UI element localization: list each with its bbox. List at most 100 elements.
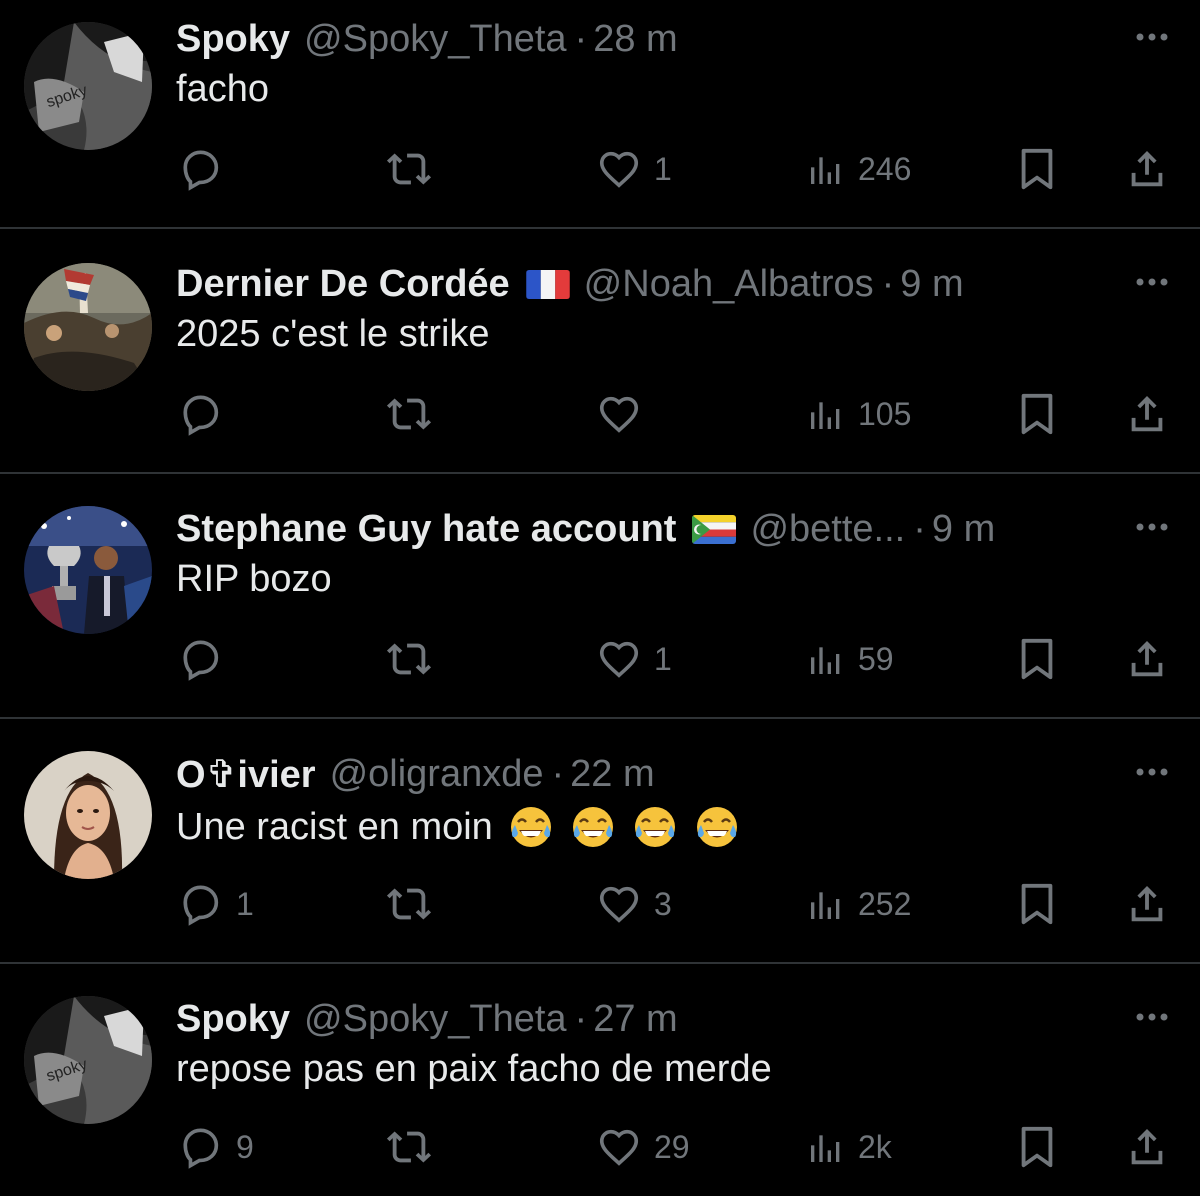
divider: [0, 472, 1200, 474]
reply-count: 1: [236, 885, 254, 922]
like-button[interactable]: 3: [596, 869, 672, 939]
views-button[interactable]: 2k: [806, 1112, 892, 1182]
face-with-tears-of-joy-emoji: [631, 803, 679, 851]
share-icon: [1131, 640, 1163, 677]
face-with-tears-of-joy-emoji: [693, 803, 741, 851]
reply-button[interactable]: [178, 624, 236, 694]
views-icon: [811, 1135, 840, 1162]
share-button[interactable]: [1124, 1112, 1170, 1182]
user-handle[interactable]: @bette...: [750, 508, 905, 551]
retweet-button[interactable]: [386, 869, 444, 939]
spoky-avatar: spoky: [24, 996, 152, 1124]
display-name[interactable]: Spoky: [176, 998, 290, 1041]
reply-icon: [183, 150, 219, 191]
reply-tweet[interactable]: O✞ivier @oligranxde · 22 m Une racist en…: [0, 735, 1200, 963]
reply-tweet[interactable]: Stephane Guy hate account @bette... · 9 …: [0, 490, 1200, 718]
avatar[interactable]: [24, 263, 152, 391]
share-button[interactable]: [1124, 869, 1170, 939]
timestamp[interactable]: 27 m: [593, 998, 677, 1041]
heart-icon: [599, 396, 639, 433]
bookmark-icon: [1021, 148, 1053, 190]
views-icon: [811, 892, 840, 919]
tweet-text: repose pas en paix facho de merde: [176, 1048, 772, 1090]
share-button[interactable]: [1124, 379, 1170, 449]
retweet-button[interactable]: [386, 624, 444, 694]
retweet-button[interactable]: [386, 134, 444, 204]
reply-icon: [183, 640, 219, 681]
like-button[interactable]: 1: [596, 624, 672, 694]
more-options-icon[interactable]: [1132, 265, 1172, 299]
tweet-text: Une racist en moin: [176, 803, 741, 851]
display-name[interactable]: Stephane Guy hate account: [176, 508, 676, 551]
views-icon: [811, 402, 840, 429]
user-handle[interactable]: @Spoky_Theta: [304, 18, 567, 61]
bookmark-button[interactable]: [1014, 134, 1060, 204]
separator-dot: ·: [913, 507, 926, 550]
views-button[interactable]: 59: [806, 624, 894, 694]
face-with-tears-of-joy-emoji: [507, 803, 555, 851]
like-count: 1: [654, 150, 672, 187]
views-icon: [811, 647, 840, 674]
display-name[interactable]: Spoky: [176, 18, 290, 61]
reply-button[interactable]: 9: [178, 1112, 254, 1182]
heart-icon: [599, 886, 639, 923]
bookmark-button[interactable]: [1014, 869, 1060, 939]
more-options-icon[interactable]: [1132, 755, 1172, 789]
user-handle[interactable]: @Noah_Albatros: [584, 263, 874, 306]
portrait-avatar: [24, 751, 152, 879]
retweet-icon: [386, 643, 432, 675]
like-button[interactable]: 29: [596, 1112, 690, 1182]
bookmark-icon: [1021, 638, 1053, 680]
reply-tweet[interactable]: Dernier De Cordée @Noah_Albatros · 9 m 2…: [0, 245, 1200, 473]
more-options-icon[interactable]: [1132, 510, 1172, 544]
tweet-text: facho: [176, 68, 269, 110]
action-bar: 105: [0, 379, 1200, 449]
share-button[interactable]: [1124, 134, 1170, 204]
user-handle[interactable]: @oligranxde: [330, 753, 544, 796]
reply-icon: [183, 885, 219, 926]
retweet-icon: [386, 398, 432, 430]
avatar[interactable]: [24, 506, 152, 634]
bookmark-button[interactable]: [1014, 379, 1060, 449]
tweet-text: RIP bozo: [176, 558, 332, 600]
views-button[interactable]: 105: [806, 379, 911, 449]
display-name[interactable]: Dernier De Cordée: [176, 263, 510, 306]
retweet-icon: [386, 1131, 432, 1163]
more-options-icon[interactable]: [1132, 1000, 1172, 1034]
reply-icon: [183, 1128, 219, 1169]
timestamp[interactable]: 9 m: [932, 508, 995, 551]
reply-button[interactable]: [178, 379, 236, 449]
separator-dot: ·: [574, 997, 588, 1040]
like-button[interactable]: 1: [596, 134, 672, 204]
retweet-button[interactable]: [386, 1112, 444, 1182]
display-name[interactable]: O✞ivier: [176, 752, 316, 797]
avatar[interactable]: [24, 751, 152, 879]
views-icon: [811, 157, 840, 184]
comoros-flag-icon: [692, 514, 737, 544]
reply-tweet[interactable]: spoky Spoky @Spoky_Theta · 27 m repose p…: [0, 980, 1200, 1196]
reply-tweet[interactable]: spoky Spoky @Spoky_Theta · 28 m facho 1: [0, 0, 1200, 228]
retweet-button[interactable]: [386, 379, 444, 449]
like-count: 1: [654, 640, 672, 677]
avatar[interactable]: spoky: [24, 996, 152, 1124]
reply-button[interactable]: 1: [178, 869, 254, 939]
views-button[interactable]: 252: [806, 869, 911, 939]
reply-button[interactable]: [178, 134, 236, 204]
view-count: 59: [858, 640, 894, 677]
like-button[interactable]: [596, 379, 654, 449]
timestamp[interactable]: 22 m: [570, 753, 654, 796]
timestamp[interactable]: 28 m: [593, 18, 677, 61]
avatar[interactable]: spoky: [24, 22, 152, 150]
trophy-avatar: [24, 506, 152, 634]
more-options-icon[interactable]: [1132, 20, 1172, 54]
retweet-icon: [386, 888, 432, 920]
france-flag-icon: [525, 269, 570, 299]
bookmark-button[interactable]: [1014, 624, 1060, 694]
user-handle[interactable]: @Spoky_Theta: [304, 998, 567, 1041]
bookmark-button[interactable]: [1014, 1112, 1060, 1182]
divider: [0, 227, 1200, 229]
share-button[interactable]: [1124, 624, 1170, 694]
timestamp[interactable]: 9 m: [900, 263, 963, 306]
views-button[interactable]: 246: [806, 134, 911, 204]
heart-icon: [599, 1129, 639, 1166]
